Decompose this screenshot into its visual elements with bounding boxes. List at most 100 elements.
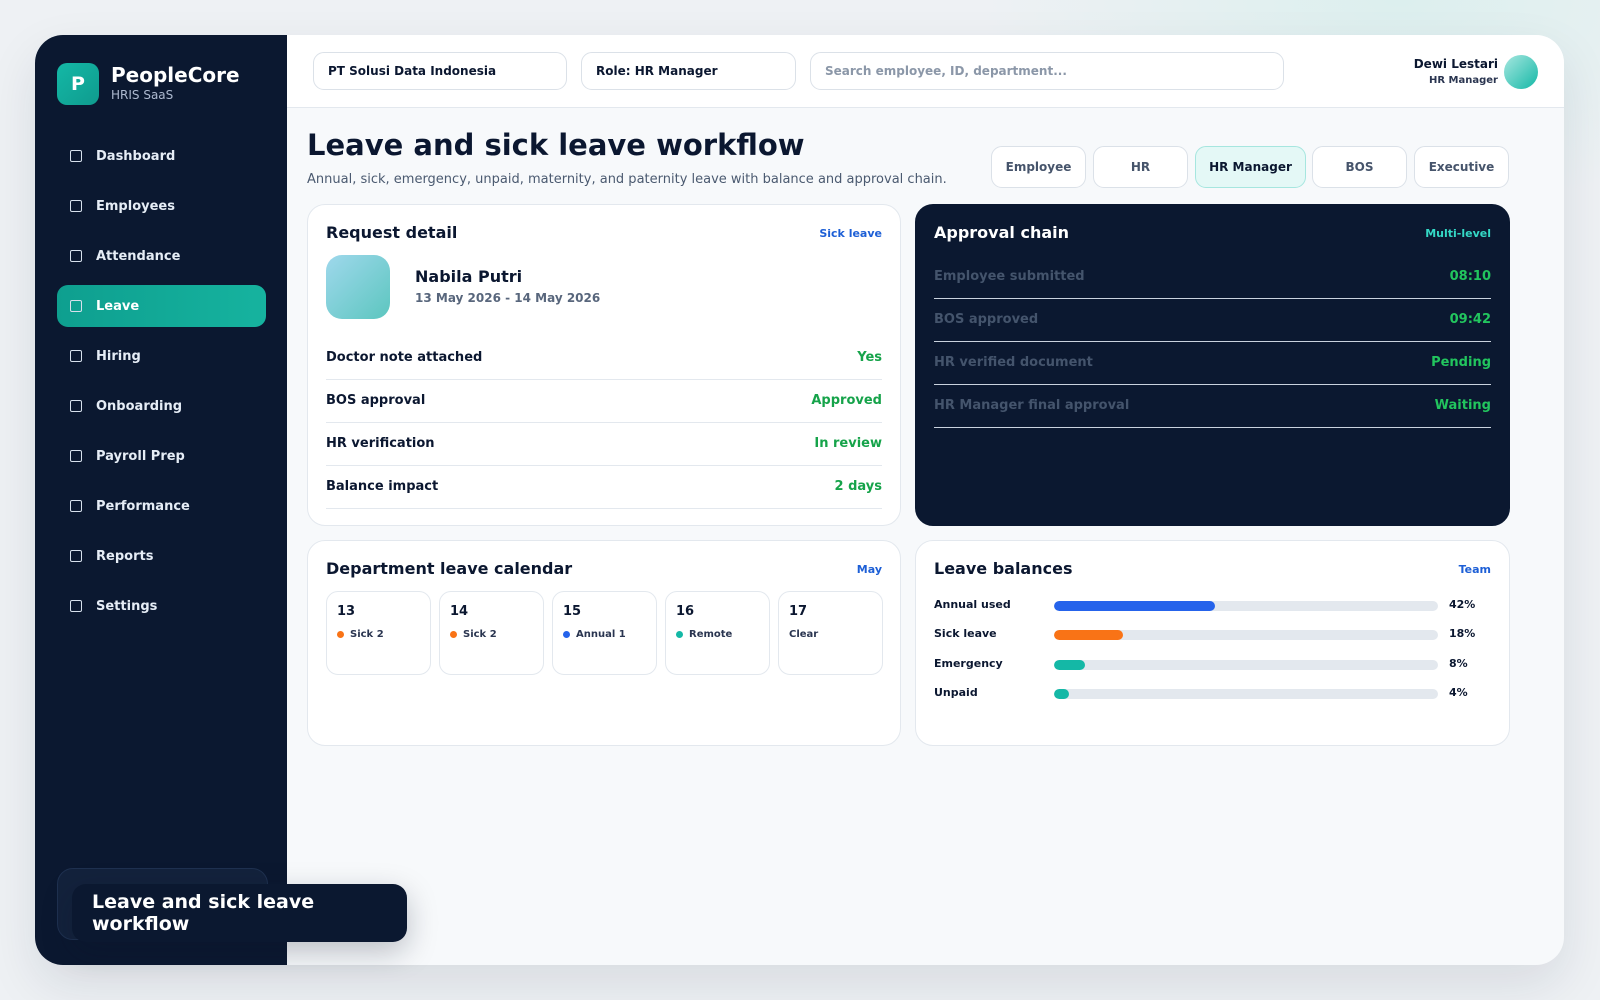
progress-track	[1054, 660, 1438, 670]
day-number: 17	[789, 604, 808, 619]
progress-fill	[1054, 689, 1070, 699]
checkbox-icon	[70, 400, 82, 412]
sidebar-item-label: Dashboard	[96, 148, 176, 164]
card-title: Department leave calendar	[326, 559, 573, 578]
calendar-day[interactable]: 15 Annual 1	[552, 591, 657, 675]
event-label: Sick 2	[463, 629, 497, 640]
detail-row: Balance impact 2 days	[326, 465, 882, 509]
checkbox-icon	[70, 350, 82, 362]
page-title: Leave and sick leave workflow	[307, 128, 805, 162]
page-subtitle: Annual, sick, emergency, unpaid, materni…	[307, 172, 947, 187]
approval-step: HR verified document Pending	[934, 341, 1491, 385]
step-label: Employee submitted	[934, 269, 1085, 284]
balance-row: Sick leave 18%	[934, 627, 1491, 643]
avatar[interactable]	[1504, 55, 1538, 89]
user-name: Dewi Lestari	[1413, 57, 1498, 71]
brand-tagline: HRIS SaaS	[111, 88, 174, 102]
balance-row: Unpaid 4%	[934, 686, 1491, 702]
sidebar-item-label: Employees	[96, 198, 175, 214]
status-dot-icon	[563, 631, 570, 638]
sidebar-item-payroll-prep[interactable]: Payroll Prep	[57, 435, 266, 477]
sidebar-item-attendance[interactable]: Attendance	[57, 235, 266, 277]
checkbox-icon	[70, 550, 82, 562]
checkbox-icon	[70, 600, 82, 612]
calendar-day[interactable]: 16 Remote	[665, 591, 770, 675]
sidebar-item-label: Reports	[96, 548, 154, 564]
tab-hr[interactable]: HR	[1093, 146, 1188, 188]
approval-type-badge[interactable]: Multi-level	[1425, 227, 1491, 240]
detail-label: BOS approval	[326, 393, 426, 408]
day-event: Sick 2	[337, 629, 384, 640]
detail-label: Doctor note attached	[326, 350, 483, 365]
sidebar-item-onboarding[interactable]: Onboarding	[57, 385, 266, 427]
approval-step: BOS approved 09:42	[934, 298, 1491, 342]
checkbox-icon	[70, 500, 82, 512]
balance-label: Sick leave	[934, 627, 997, 640]
app-window: P PeopleCore HRIS SaaS Dashboard Employe…	[35, 35, 1564, 965]
sidebar: P PeopleCore HRIS SaaS Dashboard Employe…	[35, 35, 287, 965]
sidebar-item-reports[interactable]: Reports	[57, 535, 266, 577]
employee-avatar	[326, 255, 390, 319]
tab-hr-manager[interactable]: HR Manager	[1195, 146, 1306, 188]
calendar-day[interactable]: 14 Sick 2	[439, 591, 544, 675]
sidebar-item-performance[interactable]: Performance	[57, 485, 266, 527]
sidebar-item-leave[interactable]: Leave	[57, 285, 266, 327]
checkbox-icon	[70, 250, 82, 262]
brand-logo: P	[57, 63, 99, 105]
balance-percent: 18%	[1449, 627, 1476, 640]
leave-type-badge[interactable]: Sick leave	[819, 227, 882, 240]
sidebar-item-label: Attendance	[96, 248, 181, 264]
progress-track	[1054, 630, 1438, 640]
detail-value: In review	[814, 436, 882, 451]
brand-name: PeopleCore	[111, 63, 240, 87]
event-label: Annual 1	[576, 629, 626, 640]
checkbox-icon	[70, 450, 82, 462]
sidebar-item-dashboard[interactable]: Dashboard	[57, 135, 266, 177]
progress-track	[1054, 601, 1438, 611]
progress-fill	[1054, 630, 1124, 640]
step-status: 08:10	[1449, 269, 1491, 284]
checkbox-icon	[70, 150, 82, 162]
checkbox-icon	[70, 200, 82, 212]
detail-label: Balance impact	[326, 479, 439, 494]
progress-fill	[1054, 660, 1085, 670]
calendar-day[interactable]: 17 Clear	[778, 591, 883, 675]
step-label: HR Manager final approval	[934, 398, 1130, 413]
day-number: 16	[676, 604, 695, 619]
user-role: HR Manager	[1429, 75, 1498, 86]
month-selector[interactable]: May	[857, 563, 882, 576]
company-selector[interactable]: PT Solusi Data Indonesia	[313, 52, 567, 90]
search-input[interactable]: Search employee, ID, department...	[810, 52, 1284, 90]
sidebar-item-settings[interactable]: Settings	[57, 585, 266, 627]
leave-calendar-card: Department leave calendar May 13 Sick 2 1…	[307, 540, 901, 746]
leave-dates: 13 May 2026 - 14 May 2026	[415, 291, 601, 305]
tab-employee[interactable]: Employee	[991, 146, 1086, 188]
approval-step: Employee submitted 08:10	[934, 255, 1491, 299]
balance-label: Annual used	[934, 598, 1011, 611]
detail-value: Yes	[857, 350, 882, 365]
status-dot-icon	[337, 631, 344, 638]
sidebar-item-label: Payroll Prep	[96, 448, 185, 464]
sidebar-item-hiring[interactable]: Hiring	[57, 335, 266, 377]
tab-executive[interactable]: Executive	[1414, 146, 1509, 188]
progress-track	[1054, 689, 1438, 699]
sidebar-item-label: Hiring	[96, 348, 141, 364]
day-number: 13	[337, 604, 356, 619]
day-number: 14	[450, 604, 469, 619]
detail-value: Approved	[811, 393, 882, 408]
calendar-day[interactable]: 13 Sick 2	[326, 591, 431, 675]
scope-selector[interactable]: Team	[1459, 563, 1491, 576]
balance-label: Unpaid	[934, 686, 978, 699]
request-detail-card: Request detail Sick leave Nabila Putri 1…	[307, 204, 901, 526]
day-event: Annual 1	[563, 629, 626, 640]
event-label: Sick 2	[350, 629, 384, 640]
event-label: Remote	[689, 629, 733, 640]
balance-row: Annual used 42%	[934, 598, 1491, 614]
card-title: Request detail	[326, 223, 458, 242]
tab-bos[interactable]: BOS	[1312, 146, 1407, 188]
status-dot-icon	[450, 631, 457, 638]
day-event: Remote	[676, 629, 732, 640]
role-selector[interactable]: Role: HR Manager	[581, 52, 796, 90]
sidebar-item-label: Onboarding	[96, 398, 183, 414]
sidebar-item-employees[interactable]: Employees	[57, 185, 266, 227]
